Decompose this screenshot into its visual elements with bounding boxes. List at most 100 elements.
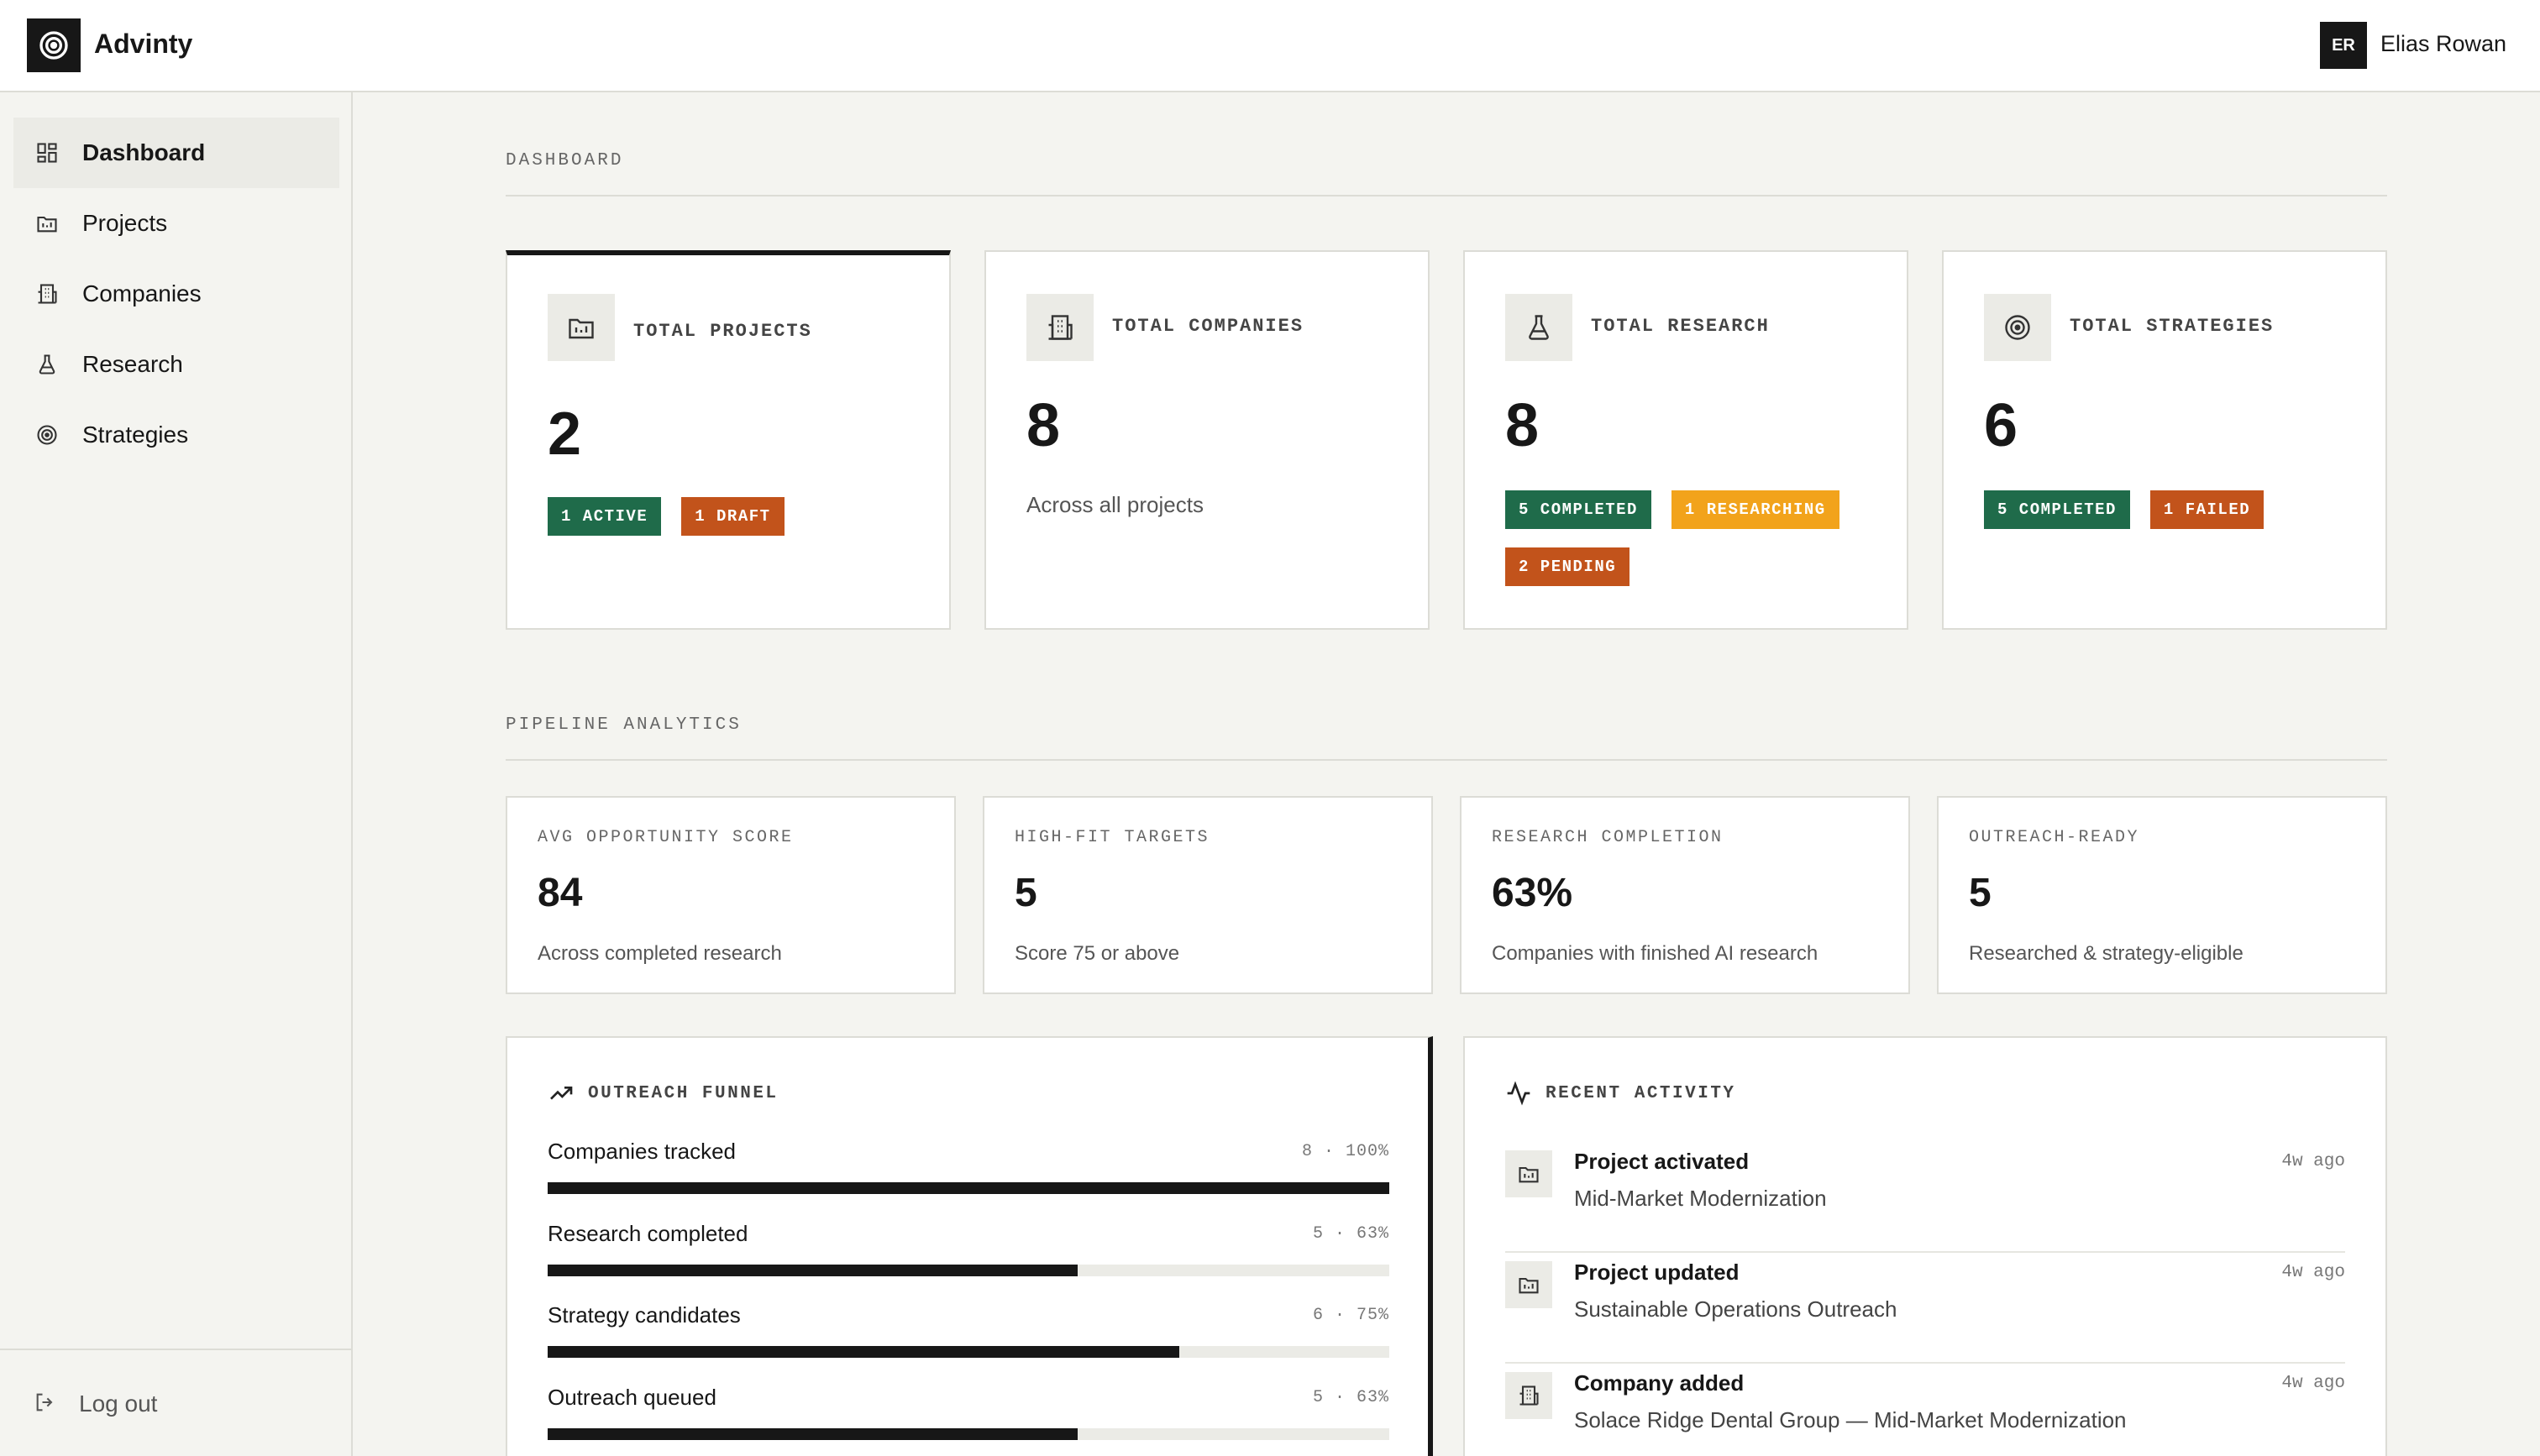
- sidebar-item-label: Strategies: [82, 422, 189, 448]
- status-badge: 5 COMPLETED: [1505, 490, 1651, 529]
- folder-icon: [1505, 1261, 1552, 1308]
- top-bar: Advinty ER Elias Rowan: [0, 0, 2540, 92]
- flask-icon: [34, 351, 60, 378]
- section-title-pipeline: PIPELINE ANALYTICS: [506, 715, 742, 735]
- analytics-label: HIGH-FIT TARGETS: [1015, 828, 1210, 847]
- activity-icon: [1507, 1081, 1530, 1106]
- analytics-desc: Score 75 or above: [1015, 942, 1180, 965]
- funnel-row: Companies tracked 8 · 100%: [548, 1139, 1389, 1199]
- sidebar-item-companies[interactable]: Companies: [13, 259, 339, 329]
- app-name: Advinty: [94, 29, 193, 59]
- stat-card-research[interactable]: TOTAL RESEARCH 8 5 COMPLETED 1 RESEARCHI…: [1463, 250, 1908, 630]
- funnel-label: Research completed: [548, 1221, 748, 1246]
- analytics-label: RESEARCH COMPLETION: [1492, 828, 1724, 847]
- activity-time: 4w ago: [2281, 1263, 2345, 1282]
- status-badge: 1 ACTIVE: [548, 497, 662, 536]
- stat-card-companies[interactable]: TOTAL COMPANIES 8 Across all projects: [984, 250, 1430, 630]
- folder-icon: [1505, 1150, 1552, 1197]
- analytics-label: OUTREACH-READY: [1969, 828, 2140, 847]
- avatar[interactable]: ER: [2320, 22, 2367, 69]
- panel-header: RECENT ACTIVITY: [1505, 1080, 1736, 1107]
- activity-title: Project updated: [1574, 1260, 1740, 1285]
- sidebar: Dashboard Projects Companies Research St…: [0, 92, 353, 1456]
- funnel-label: Strategy candidates: [548, 1302, 741, 1328]
- logout-icon: [34, 1391, 57, 1418]
- flask-icon: [1505, 294, 1572, 361]
- target-icon: [34, 422, 60, 448]
- analytics-desc: Researched & strategy-eligible: [1969, 942, 2243, 965]
- user-name[interactable]: Elias Rowan: [2380, 29, 2506, 59]
- stat-card-strategies[interactable]: TOTAL STRATEGIES 6 5 COMPLETED 1 FAILED: [1942, 250, 2387, 630]
- logo[interactable]: [27, 18, 81, 72]
- stat-label: TOTAL PROJECTS: [633, 321, 812, 342]
- analytics-value: 5: [1969, 871, 1992, 915]
- stat-value: 8: [1505, 392, 1540, 459]
- status-badge: 1 DRAFT: [681, 497, 785, 536]
- analytics-value: 63%: [1492, 871, 1573, 915]
- sidebar-item-strategies[interactable]: Strategies: [13, 400, 339, 470]
- activity-desc: Solace Ridge Dental Group — Mid-Market M…: [1574, 1407, 2127, 1432]
- sidebar-item-label: Dashboard: [82, 139, 206, 165]
- logout-button[interactable]: Log out: [13, 1369, 339, 1439]
- analytics-desc: Across completed research: [538, 942, 782, 965]
- progress-track: [548, 1182, 1389, 1194]
- progress-fill: [548, 1265, 1078, 1276]
- activity-item[interactable]: Company added Solace Ridge Dental Group …: [1505, 1364, 2345, 1456]
- analytics-label: AVG OPPORTUNITY SCORE: [538, 828, 794, 847]
- status-badge: 1 FAILED: [2149, 490, 2264, 529]
- sidebar-item-research[interactable]: Research: [13, 329, 339, 400]
- analytics-value: 5: [1015, 871, 1037, 915]
- analytics-card-opportunity-score: AVG OPPORTUNITY SCORE 84 Across complete…: [506, 796, 956, 994]
- analytics-value: 84: [538, 871, 583, 915]
- stat-value: 6: [1984, 392, 2018, 459]
- panel-header: OUTREACH FUNNEL: [548, 1080, 779, 1107]
- sidebar-item-label: Research: [82, 351, 183, 377]
- stat-label: TOTAL COMPANIES: [1112, 316, 1304, 337]
- sidebar-item-projects[interactable]: Projects: [13, 188, 339, 259]
- folder-icon: [34, 210, 60, 237]
- progress-track: [548, 1265, 1389, 1276]
- badge-group: 5 COMPLETED 1 FAILED: [1984, 490, 2354, 529]
- funnel-stat: 6 · 75%: [1312, 1306, 1389, 1325]
- progress-track: [548, 1346, 1389, 1358]
- outreach-funnel-panel: OUTREACH FUNNEL Companies tracked 8 · 10…: [506, 1036, 1433, 1456]
- folder-icon: [548, 294, 615, 361]
- funnel-label: Outreach queued: [548, 1385, 716, 1410]
- funnel-stat: 8 · 100%: [1301, 1142, 1389, 1161]
- stat-value: 8: [1026, 392, 1061, 459]
- progress-track: [548, 1428, 1389, 1440]
- activity-item[interactable]: Project activated Mid-Market Modernizati…: [1505, 1142, 2345, 1253]
- target-icon: [1984, 294, 2051, 361]
- activity-desc: Sustainable Operations Outreach: [1574, 1296, 1897, 1322]
- stat-card-projects[interactable]: TOTAL PROJECTS 2 1 ACTIVE 1 DRAFT: [506, 250, 951, 630]
- activity-time: 4w ago: [2281, 1152, 2345, 1171]
- analytics-card-high-fit: HIGH-FIT TARGETS 5 Score 75 or above: [983, 796, 1433, 994]
- panel-title: RECENT ACTIVITY: [1546, 1083, 1736, 1103]
- analytics-desc: Companies with finished AI research: [1492, 942, 1818, 965]
- sidebar-item-dashboard[interactable]: Dashboard: [13, 118, 339, 188]
- badge-group: 1 ACTIVE 1 DRAFT: [548, 497, 917, 536]
- target-icon: [39, 31, 68, 60]
- grid-icon: [34, 139, 60, 166]
- analytics-card-outreach-ready: OUTREACH-READY 5 Researched & strategy-e…: [1937, 796, 2387, 994]
- funnel-label: Companies tracked: [548, 1139, 736, 1164]
- analytics-card-research-completion: RESEARCH COMPLETION 63% Companies with f…: [1460, 796, 1910, 994]
- funnel-stat: 5 · 63%: [1312, 1388, 1389, 1407]
- building-icon: [34, 280, 60, 307]
- funnel-stat: 5 · 63%: [1312, 1224, 1389, 1244]
- stat-value: 2: [548, 401, 582, 468]
- funnel-row: Research completed 5 · 63%: [548, 1221, 1389, 1281]
- badge-group: 5 COMPLETED 1 RESEARCHING 2 PENDING: [1505, 490, 1875, 586]
- stat-subtitle: Across all projects: [1026, 492, 1204, 517]
- sidebar-item-label: Projects: [82, 210, 168, 236]
- building-icon: [1505, 1372, 1552, 1419]
- recent-activity-panel: RECENT ACTIVITY Project activated Mid-Ma…: [1463, 1036, 2387, 1456]
- status-badge: 2 PENDING: [1505, 547, 1630, 586]
- activity-item[interactable]: Project updated Sustainable Operations O…: [1505, 1253, 2345, 1364]
- section-divider: [506, 759, 2387, 761]
- funnel-row: Strategy candidates 6 · 75%: [548, 1302, 1389, 1363]
- logout-label: Log out: [79, 1391, 158, 1417]
- trending-up-icon: [550, 1087, 573, 1100]
- status-badge: 1 RESEARCHING: [1671, 490, 1839, 529]
- funnel-row: Outreach queued 5 · 63%: [548, 1385, 1389, 1445]
